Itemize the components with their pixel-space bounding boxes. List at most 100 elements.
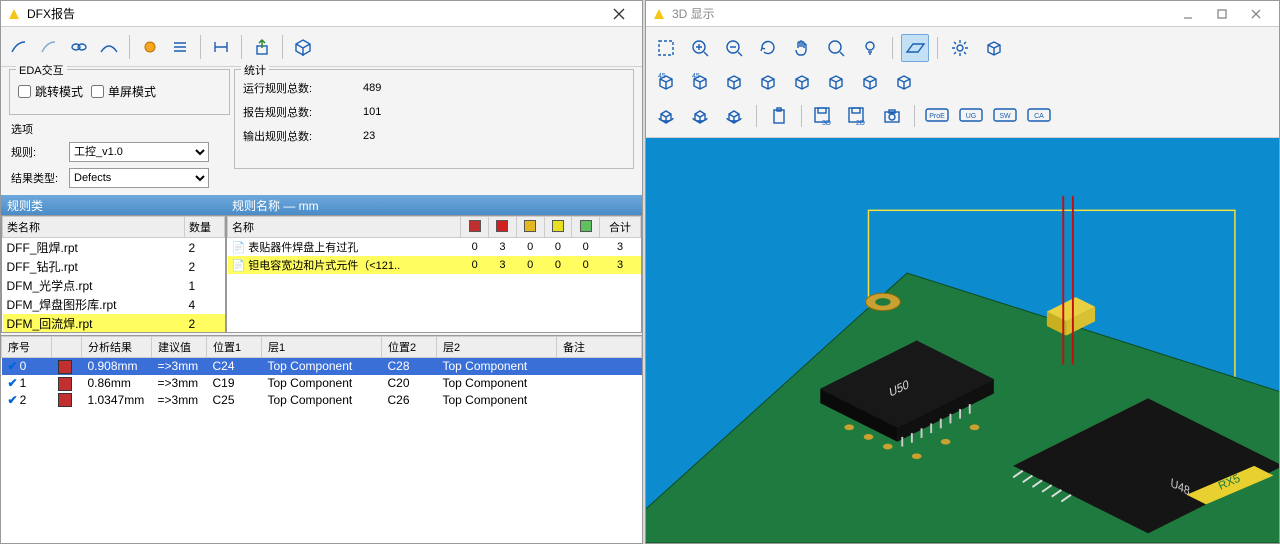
- rule-name-table[interactable]: 名称合计📄 表贴器件焊盘上有过孔030003📄 钽电容宽边和片式元件（<121.…: [227, 216, 641, 274]
- export-sw-button[interactable]: SW: [991, 102, 1019, 130]
- eda-group-title: EDA交互: [16, 62, 67, 78]
- rule-class-header: 规则类: [1, 195, 226, 215]
- close-button[interactable]: [1239, 2, 1273, 26]
- detail-row[interactable]: ✔2 1.0347mm=>3mm C25Top Component C26Top…: [2, 392, 642, 409]
- rule-name-row[interactable]: 📄 钽电容宽边和片式元件（<121..030003: [228, 256, 641, 274]
- view-cube-4[interactable]: [788, 68, 816, 96]
- highlight-button[interactable]: [856, 34, 884, 62]
- export-proe-button[interactable]: ProE: [923, 102, 951, 130]
- view-cube-7[interactable]: [890, 68, 918, 96]
- cube-icon: [825, 71, 847, 93]
- svg-text:UG: UG: [966, 113, 977, 120]
- maximize-icon: [1216, 8, 1228, 20]
- cube-icon: [723, 71, 745, 93]
- rotate-button[interactable]: [754, 34, 782, 62]
- rule-class-table[interactable]: 类名称数量 DFF_阻焊.rpt2DFF_钻孔.rpt2DFM_光学点.rpt1…: [2, 216, 225, 333]
- save-2d-button[interactable]: 2D: [844, 102, 872, 130]
- cube-icon: [293, 38, 313, 56]
- dfx-report-window: DFX报告 EDA交互 跳转模式 单屏模式: [0, 0, 643, 544]
- eda-groupbox: EDA交互 跳转模式 单屏模式: [9, 69, 230, 115]
- pcb-render: U50 U48: [646, 138, 1279, 543]
- camera-button[interactable]: [878, 102, 906, 130]
- stat-report-value: 101: [363, 106, 381, 118]
- view-cube-2[interactable]: [720, 68, 748, 96]
- rule-select[interactable]: 工控_v1.0: [69, 142, 209, 162]
- export-ca-button[interactable]: CA: [1025, 102, 1053, 130]
- close-icon: [1250, 8, 1262, 20]
- cube-icon: 45: [689, 71, 711, 93]
- pan-button[interactable]: [788, 34, 816, 62]
- box-button[interactable]: [980, 34, 1008, 62]
- tool-cube[interactable]: [289, 33, 317, 61]
- detail-row[interactable]: ✔0 0.908mm=>3mm C24Top Component C28Top …: [2, 358, 642, 375]
- single-screen-checkbox[interactable]: 单屏模式: [91, 83, 156, 100]
- cube-icon: 45: [655, 71, 677, 93]
- cube-icon: [757, 71, 779, 93]
- tool-sun[interactable]: [136, 33, 164, 61]
- rule-class-row[interactable]: DFM_焊盘图形库.rpt4: [3, 295, 225, 314]
- detail-table[interactable]: 序号 分析结果 建议值 位置1 层1 位置2 层2 备注 ✔0 0.908mm=…: [1, 336, 642, 408]
- save-icon: 3D: [812, 105, 836, 127]
- rot-cube-2[interactable]: [720, 102, 748, 130]
- minimize-button[interactable]: [1171, 2, 1205, 26]
- link-icon: [69, 38, 89, 56]
- rule-class-row[interactable]: DFF_阻焊.rpt2: [3, 238, 225, 258]
- tool-link[interactable]: [65, 33, 93, 61]
- stat-run-value: 489: [363, 82, 381, 94]
- 3d-viewport[interactable]: U50 U48: [646, 138, 1279, 543]
- view-cube-1[interactable]: 45: [686, 68, 714, 96]
- export-ug-button[interactable]: UG: [957, 102, 985, 130]
- clipboard-button[interactable]: [765, 102, 793, 130]
- left-titlebar: DFX报告: [1, 1, 642, 27]
- rotate-icon: [758, 38, 778, 58]
- rule-class-row[interactable]: DFM_光学点.rpt1: [3, 276, 225, 295]
- stat-run-label: 运行规则总数:: [243, 80, 363, 96]
- format-icon: CA: [1026, 105, 1052, 127]
- fit-view-button[interactable]: [652, 34, 680, 62]
- tool-brush1[interactable]: [5, 33, 33, 61]
- export-row: 3D 2D ProE UG SW CA: [652, 99, 1273, 133]
- rot-cube-0[interactable]: [652, 102, 680, 130]
- cube-icon: [791, 71, 813, 93]
- fit-icon: [656, 38, 676, 58]
- rot-cube-1[interactable]: [686, 102, 714, 130]
- save-3d-button[interactable]: 3D: [810, 102, 838, 130]
- zoom-out-button[interactable]: [720, 34, 748, 62]
- right-window-title: 3D 显示: [672, 5, 715, 22]
- close-icon: [613, 8, 625, 20]
- view-cube-0[interactable]: 45: [652, 68, 680, 96]
- zoom-area-button[interactable]: [822, 34, 850, 62]
- tool-brush2[interactable]: [35, 33, 63, 61]
- rule-name-row[interactable]: 📄 表贴器件焊盘上有过孔030003: [228, 238, 641, 257]
- cube-rotate-icon: [689, 105, 711, 127]
- tool-export[interactable]: [248, 33, 276, 61]
- sun-icon: [140, 38, 160, 56]
- view-cube-6[interactable]: [856, 68, 884, 96]
- camera-icon: [882, 106, 902, 126]
- lightbulb-icon: [860, 38, 880, 58]
- tool-curve[interactable]: [95, 33, 123, 61]
- view-cube-5[interactable]: [822, 68, 850, 96]
- brush-icon: [39, 38, 59, 56]
- app-icon: [652, 7, 666, 21]
- cube-icon: [893, 71, 915, 93]
- settings-button[interactable]: [946, 34, 974, 62]
- rule-class-row[interactable]: DFF_钻孔.rpt2: [3, 257, 225, 276]
- jump-mode-checkbox[interactable]: 跳转模式: [18, 83, 83, 100]
- detail-row[interactable]: ✔1 0.86mm=>3mm C19Top Component C20Top C…: [2, 375, 642, 392]
- mid-row: 规则类 类名称数量 DFF_阻焊.rpt2DFF_钻孔.rpt2DFM_光学点.…: [1, 195, 642, 335]
- perspective-button[interactable]: [901, 34, 929, 62]
- rule-class-row[interactable]: DFM_回流焊.rpt2: [3, 314, 225, 333]
- svg-text:2D: 2D: [856, 120, 865, 127]
- result-type-select[interactable]: Defects: [69, 168, 209, 188]
- tool-width[interactable]: [207, 33, 235, 61]
- tool-list[interactable]: [166, 33, 194, 61]
- zoom-in-icon: [690, 38, 710, 58]
- maximize-button[interactable]: [1205, 2, 1239, 26]
- zoom-in-button[interactable]: [686, 34, 714, 62]
- view-cube-3[interactable]: [754, 68, 782, 96]
- svg-text:45: 45: [658, 73, 666, 80]
- plane-icon: [904, 38, 926, 58]
- list-icon: [170, 38, 190, 56]
- close-button[interactable]: [602, 2, 636, 26]
